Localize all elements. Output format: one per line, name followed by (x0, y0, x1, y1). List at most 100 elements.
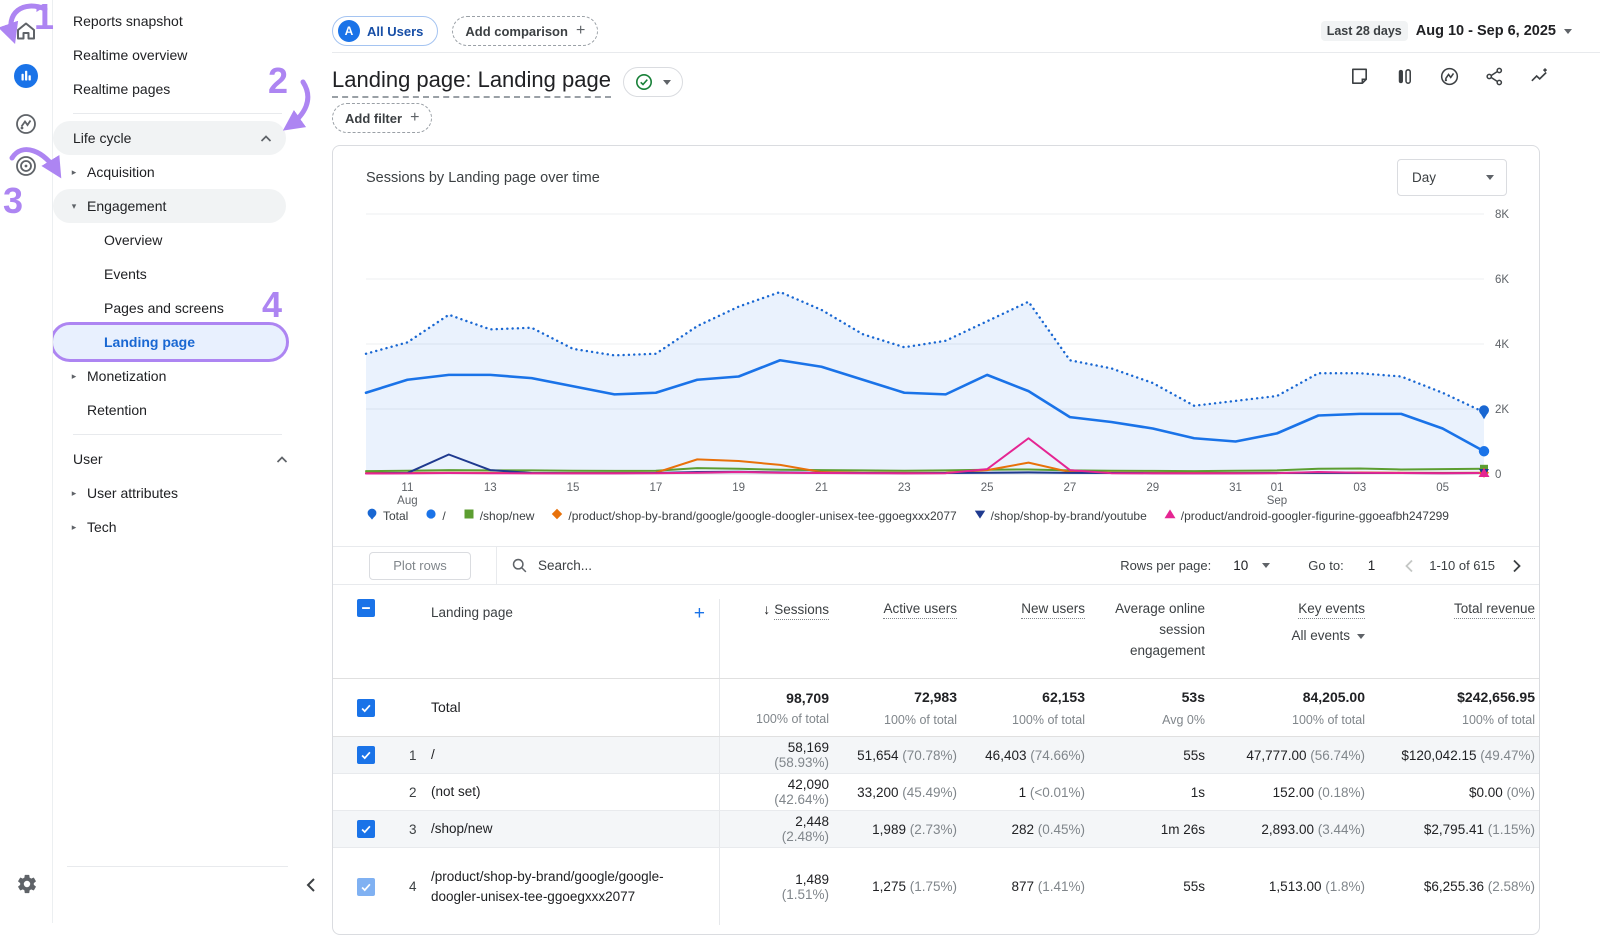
rows-per-page-value[interactable]: 10 (1233, 558, 1248, 573)
metric-cell: 282 (0.45%) (963, 822, 1091, 837)
plot-rows-button[interactable]: Plot rows (369, 552, 471, 580)
metric-percent: (56.74%) (1306, 748, 1365, 763)
metric-percent: (<0.01%) (1026, 785, 1085, 800)
prev-page-icon[interactable] (1401, 557, 1419, 575)
admin-gear-icon[interactable] (16, 873, 38, 895)
audience-label: All Users (367, 24, 423, 39)
collapse-arrow-icon[interactable]: ▾ (61, 201, 87, 212)
row-checkbox[interactable] (357, 746, 375, 764)
date-range-picker[interactable]: Last 28 days Aug 10 - Sep 6, 2025 (1321, 21, 1572, 41)
metric-value: 55s (1183, 879, 1205, 894)
chevron-up-icon[interactable] (260, 130, 272, 146)
table-search[interactable]: Search... (511, 557, 592, 574)
landing-page-cell[interactable]: /shop/new (431, 819, 719, 839)
y-axis-label: 6K (1495, 274, 1509, 286)
legend-item-product-shop-by-brand-google-google-doogler-unisex-tee-ggoegxxx2077[interactable]: /product/shop-by-brand/google/google-doo… (551, 508, 956, 523)
sidebar-item-overview[interactable]: Overview (53, 223, 302, 257)
metric-filter-select[interactable]: All events (1211, 626, 1365, 647)
granularity-select[interactable]: Day (1397, 159, 1507, 196)
metric-percent: (70.78%) (898, 748, 957, 763)
table-row[interactable]: 2(not set)42,090 (42.64%)33,200 (45.49%)… (333, 774, 1539, 811)
x-axis-label: 01 (1271, 482, 1284, 494)
sidebar-item-label: Reports snapshot (73, 13, 183, 29)
sidebar-item-label: Retention (87, 402, 147, 418)
advertising-icon[interactable] (13, 153, 39, 179)
check-circle-icon (635, 73, 653, 91)
row-checkbox[interactable] (357, 820, 375, 838)
column-header-total-revenue[interactable]: Total revenue (1371, 599, 1541, 678)
table-row[interactable]: 4/product/shop-by-brand/google/google-do… (333, 848, 1539, 925)
row-index: 2 (397, 785, 431, 800)
column-header-active-users[interactable]: Active users (835, 599, 963, 678)
chevron-up-icon[interactable] (276, 451, 288, 467)
sidebar-item-engagement[interactable]: ▾Engagement (53, 189, 286, 223)
landing-page-cell[interactable]: /product/shop-by-brand/google/google-doo… (431, 867, 719, 906)
legend-item-shop-new[interactable]: /shop/new (463, 508, 535, 523)
insights-icon[interactable] (1529, 66, 1550, 87)
expand-arrow-icon[interactable]: ▸ (61, 167, 87, 178)
metric-cell: 51,654 (70.78%) (835, 748, 963, 763)
home-icon[interactable] (13, 18, 39, 44)
sidebar-item-label: Engagement (87, 198, 166, 214)
legend-item-shop-shop-by-brand-youtube[interactable]: /shop/shop-by-brand/youtube (974, 508, 1147, 523)
explore-icon[interactable] (13, 111, 39, 137)
page-title[interactable]: Landing page: Landing page (332, 67, 611, 98)
add-dimension-icon[interactable]: + (694, 599, 705, 628)
expand-arrow-icon[interactable]: ▸ (61, 371, 87, 382)
reports-icon[interactable] (10, 60, 42, 92)
metric-value: 1m 26s (1161, 822, 1205, 837)
column-header-new-users[interactable]: New users (963, 599, 1091, 678)
sidebar-collapse-icon[interactable] (303, 876, 321, 894)
add-comparison-button[interactable]: Add comparison + (452, 16, 598, 46)
sidebar-item-user[interactable]: User (53, 442, 302, 476)
column-header-sessions[interactable]: ↓Sessions (719, 599, 835, 678)
total-area-fill (366, 292, 1484, 474)
share-icon[interactable] (1484, 66, 1505, 87)
sidebar-item-user-attributes[interactable]: ▸User attributes (53, 476, 302, 510)
all-users-chip[interactable]: A All Users (332, 16, 438, 46)
add-filter-button[interactable]: Add filter + (332, 103, 432, 133)
ab-compare-icon[interactable] (1394, 66, 1415, 87)
date-range-label: Aug 10 - Sep 6, 2025 (1416, 23, 1556, 39)
chevron-down-icon[interactable] (1262, 563, 1270, 568)
sidebar-item-realtime-overview[interactable]: Realtime overview (53, 38, 302, 72)
expand-arrow-icon[interactable]: ▸ (61, 522, 87, 533)
report-status-pill[interactable] (623, 67, 683, 97)
y-axis-label: 4K (1495, 339, 1509, 351)
checkbox-space (357, 783, 375, 801)
sidebar-item-landing-page[interactable]: Landing page (53, 325, 286, 359)
table-row[interactable]: 1/58,169 (58.93%)51,654 (70.78%)46,403 (… (333, 737, 1539, 774)
landing-page-cell[interactable]: / (431, 745, 719, 765)
next-page-icon[interactable] (1507, 557, 1525, 575)
sidebar-item-events[interactable]: Events (53, 257, 302, 291)
legend-item-[interactable]: / (425, 508, 445, 523)
sidebar-item-retention[interactable]: Retention (53, 393, 302, 427)
goto-page-input[interactable]: 1 (1368, 558, 1376, 573)
column-label: New users (1021, 601, 1085, 619)
sidebar-item-monetization[interactable]: ▸Monetization (53, 359, 302, 393)
metric-cell: 42,090 (42.64%) (719, 774, 835, 810)
column-header-key-events[interactable]: Key eventsAll events (1211, 599, 1371, 678)
expand-arrow-icon[interactable]: ▸ (61, 488, 87, 499)
legend-item-product-android-googler-figurine-ggoeafbh247299[interactable]: /product/android-googler-figurine-ggoeaf… (1164, 508, 1449, 523)
legend-item-total[interactable]: Total (366, 508, 408, 523)
row-checkbox[interactable] (357, 878, 375, 896)
explore-chart-icon[interactable] (1439, 66, 1460, 87)
toolbar-divider (496, 547, 497, 584)
select-all-checkbox[interactable] (357, 599, 375, 617)
row-checkbox[interactable] (357, 699, 375, 717)
sidebar-item-tech[interactable]: ▸Tech (53, 510, 302, 544)
x-axis-label: 05 (1436, 482, 1449, 494)
table-row[interactable]: 3/shop/new2,448 (2.48%)1,989 (2.73%)282 … (333, 811, 1539, 848)
sidebar-item-realtime-pages[interactable]: Realtime pages (53, 72, 302, 106)
column-header-landing-page[interactable]: Landing page+ (431, 599, 719, 628)
sidebar-item-acquisition[interactable]: ▸Acquisition (53, 155, 302, 189)
column-header-average-online-session-engagement[interactable]: Average online session engagement (1091, 599, 1211, 678)
sidebar-item-pages-and-screens[interactable]: Pages and screens (53, 291, 302, 325)
sidebar-item-reports-snapshot[interactable]: Reports snapshot (53, 4, 302, 38)
annotate-icon[interactable] (1349, 66, 1370, 87)
sidebar-item-life-cycle[interactable]: Life cycle (53, 121, 286, 155)
landing-page-cell[interactable]: (not set) (431, 782, 719, 802)
metric-cell: $2,795.41 (1.15%) (1371, 822, 1541, 837)
metric-value: 42,090 (720, 777, 829, 792)
